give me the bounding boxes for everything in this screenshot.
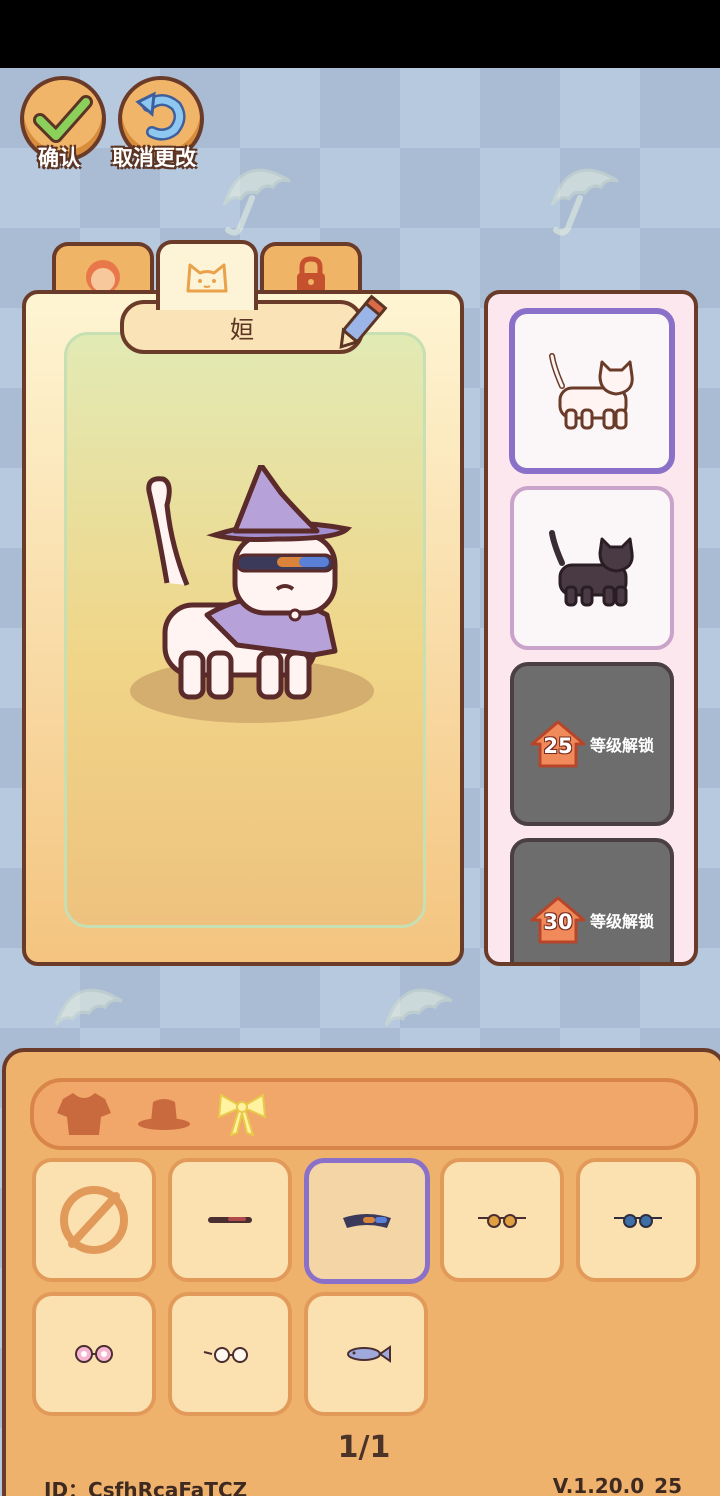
accessory-rainbow-visor[interactable]: [304, 1158, 430, 1284]
skin-white-cat[interactable]: [509, 308, 675, 474]
tab-cat[interactable]: [156, 240, 258, 310]
umbrella-decor-1: [222, 168, 291, 236]
accessory-dark-shades[interactable]: [168, 1158, 292, 1282]
wire-glasses-icon: [203, 1347, 248, 1363]
character-stage: [64, 332, 426, 928]
umbrella-decor-3: [54, 988, 123, 1026]
unlock-level: 25: [543, 734, 573, 758]
unlock-text: 等级解锁: [589, 912, 654, 931]
accessory-blue-round-glasses[interactable]: [576, 1158, 700, 1282]
visor-icon: [343, 1214, 391, 1228]
level-house-icon: 25: [530, 720, 586, 768]
bow-icon: [217, 1093, 267, 1137]
skin-locked-level-25[interactable]: 25 等级解锁: [510, 662, 674, 826]
unlock-text: 等级解锁: [589, 736, 654, 755]
round-glasses-icon: [478, 1214, 526, 1228]
hat-icon: [138, 1099, 190, 1130]
player-id: ID：CsfhRcaFaTCZ: [44, 1478, 248, 1496]
level-house-icon: 30: [530, 896, 586, 944]
pagination: 1/1: [337, 1430, 391, 1465]
accessory-none[interactable]: [32, 1158, 156, 1282]
umbrella-decor-2: [550, 168, 619, 236]
accessory-panel: 1/1 ID：CsfhRcaFaTCZ V.1.20.0_25: [2, 1048, 720, 1496]
accessory-flower-glasses[interactable]: [32, 1292, 156, 1416]
skin-locked-level-30[interactable]: 30 等级解锁: [510, 838, 674, 962]
flower-glasses-icon: [75, 1345, 113, 1363]
cat-character: [130, 465, 374, 723]
round-glasses-icon: [614, 1214, 662, 1228]
black-cat-icon: [549, 530, 634, 607]
cat-face-icon: [186, 263, 228, 293]
unlock-level: 30: [543, 910, 573, 934]
game-scene: 确认 取消更改 姮 25 等级解锁 30 等级解锁 1/1 ID：CsfhRca…: [0, 68, 720, 1496]
skin-panel: 25 等级解锁 30 等级解锁: [484, 290, 698, 966]
category-tab-bar: [30, 1078, 698, 1150]
umbrella-decor-4: [384, 988, 453, 1026]
no-item-icon: [60, 1186, 128, 1254]
version-label: V.1.20.0_25: [552, 1474, 682, 1496]
fish-icon: [347, 1345, 391, 1363]
cancel-changes-label: 取消更改: [112, 146, 196, 170]
skin-black-cat[interactable]: [510, 486, 674, 650]
confirm-label: 确认: [38, 146, 80, 170]
pencil-icon[interactable]: [330, 294, 390, 358]
clothes-icon: [57, 1093, 111, 1135]
accessory-tab[interactable]: [212, 1088, 272, 1140]
character-name: 姮: [230, 315, 254, 344]
clothes-tab[interactable]: [54, 1088, 114, 1140]
accessory-fish-glasses[interactable]: [304, 1292, 428, 1416]
preview-panel: 姮: [22, 290, 464, 966]
hat-tab[interactable]: [134, 1088, 194, 1140]
accessory-orange-round-glasses[interactable]: [440, 1158, 564, 1282]
dark-glasses-icon: [208, 1217, 252, 1223]
white-cat-icon: [549, 353, 634, 430]
accessory-wire-glasses[interactable]: [168, 1292, 292, 1416]
